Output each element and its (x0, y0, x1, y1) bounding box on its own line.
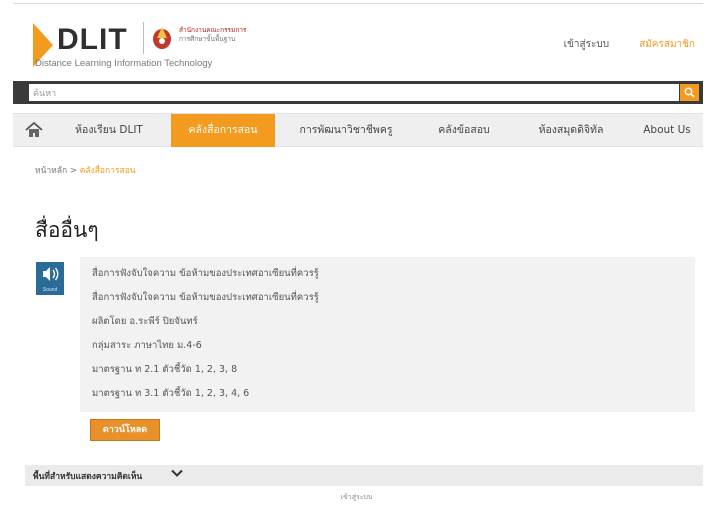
media-description: สื่อการฟังจับใจความ ข้อห้ามของประเทศอาเซ… (92, 292, 319, 303)
download-button[interactable]: ดาวน์โหลด (90, 419, 160, 441)
media-standard-2: มาตรฐาน ท 3.1 ตัวชี้วัด 1, 2, 3, 4, 6 (92, 388, 250, 399)
nav-item-digital-library[interactable]: ห้องสมุดดิจิทัล (517, 114, 625, 147)
search-button[interactable] (680, 84, 699, 101)
breadcrumb-separator: > (69, 166, 77, 176)
obec-seal-icon (153, 27, 171, 49)
partner-name: สำนักงานคณะกรรมการ การศึกษาขั้นพื้นฐาน (179, 26, 246, 44)
chevron-down-icon (171, 469, 183, 477)
nav-item-about-us[interactable]: About Us (631, 114, 703, 147)
partner-line-1: สำนักงานคณะกรรมการ (179, 26, 247, 34)
media-details: สื่อการฟังจับใจความ ข้อห้ามของประเทศอาเซ… (80, 257, 695, 412)
partner-line-2: การศึกษาขั้นพื้นฐาน (179, 35, 236, 43)
breadcrumb-home[interactable]: หน้าหลัก (35, 166, 67, 176)
breadcrumb-current[interactable]: คลังสื่อการสอน (80, 166, 136, 176)
comments-toggle[interactable]: พื้นที่สำหรับแสดงความคิดเห็น (25, 465, 703, 486)
page-title: สื่ออื่นๆ (35, 218, 99, 242)
site-header: DLIT Distance Learning Information Techn… (13, 12, 703, 74)
dlit-logo[interactable]: DLIT Distance Learning Information Techn… (33, 16, 273, 72)
register-link[interactable]: สมัครสมาชิก (639, 37, 695, 52)
search-icon (684, 87, 695, 98)
comments-label: พื้นที่สำหรับแสดงความคิดเห็น (33, 472, 143, 482)
nav-item-dlit-classroom[interactable]: ห้องเรียน DLIT (59, 114, 159, 147)
nav-item-teacher-development[interactable]: การพัฒนาวิชาชีพครู (281, 114, 411, 147)
logo-subtitle: Distance Learning Information Technology (35, 58, 213, 69)
media-type-label: Sound (42, 287, 58, 293)
media-title: สื่อการฟังจับใจความ ข้อห้ามของประเทศอาเซ… (92, 268, 319, 279)
logo-word: DLIT (57, 23, 128, 56)
breadcrumb: หน้าหลัก > คลังสื่อการสอน (35, 163, 136, 177)
media-standard-1: มาตรฐาน ท 2.1 ตัวชี้วัด 1, 2, 3, 8 (92, 364, 238, 375)
media-subject: กลุ่มสาระ ภาษาไทย ม.4-6 (92, 340, 202, 351)
media-producer: ผลิตโดย อ.ระพีร์ ปิยจันทร์ (92, 316, 198, 327)
footer-login-link[interactable]: เข้าสู่ระบบ (0, 492, 713, 503)
home-icon[interactable] (25, 122, 43, 138)
search-input[interactable] (29, 84, 679, 101)
header-links: เข้าสู่ระบบ สมัครสมาชิก (564, 37, 695, 52)
nav-item-exam-bank[interactable]: คลังข้อสอบ (418, 114, 510, 147)
main-nav: ห้องเรียน DLIT คลังสื่อการสอน การพัฒนาวิ… (13, 113, 703, 147)
login-link[interactable]: เข้าสู่ระบบ (564, 37, 609, 52)
top-divider (13, 3, 703, 4)
logo-divider (143, 22, 144, 54)
nav-item-media-library[interactable]: คลังสื่อการสอน (171, 114, 275, 147)
search-bar (13, 81, 703, 104)
sound-icon[interactable]: Sound (36, 262, 64, 295)
speaker-icon (43, 267, 59, 281)
